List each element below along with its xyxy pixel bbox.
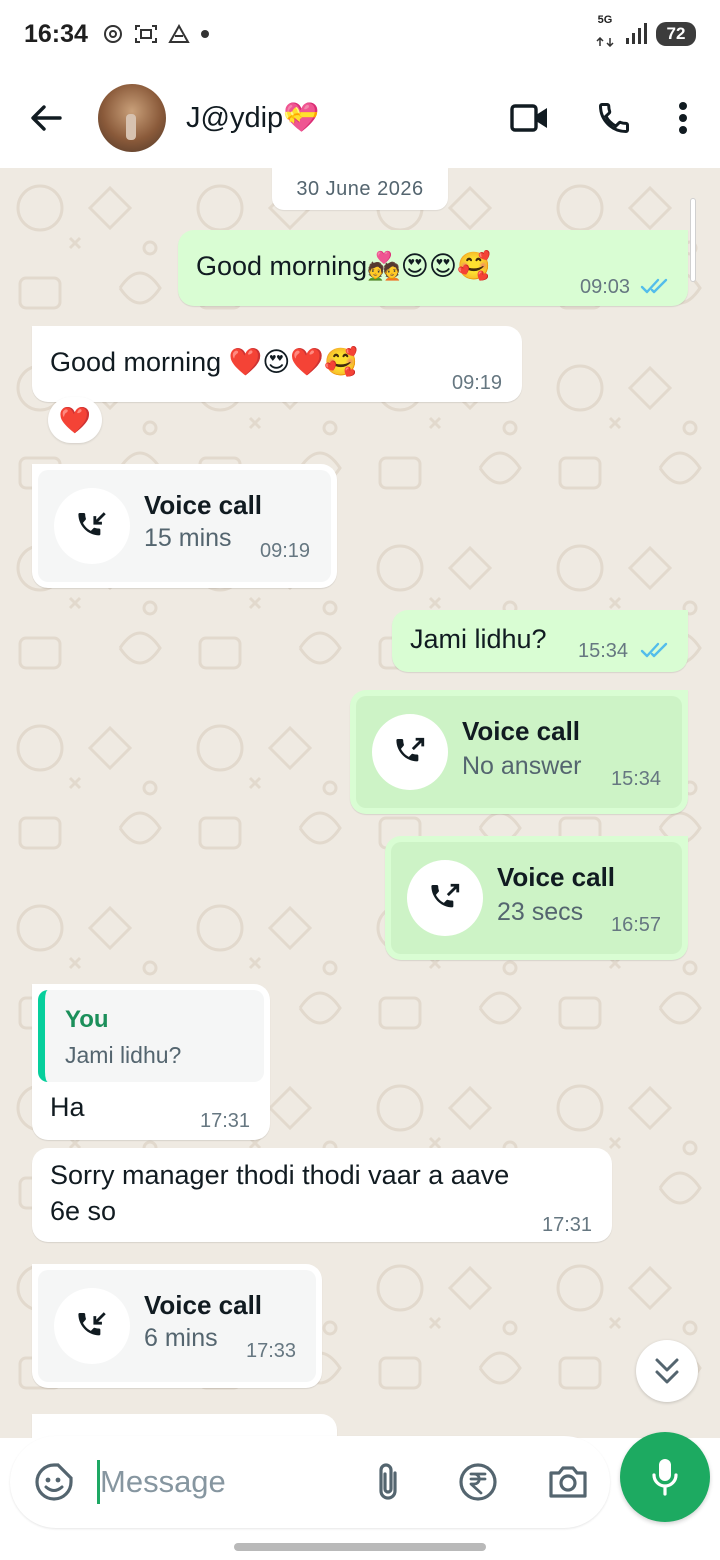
call-icon-circle [407,860,483,936]
message-text: Ha [50,1092,85,1122]
sticker-button[interactable] [32,1460,76,1504]
video-call-button[interactable] [510,102,550,134]
chat-area[interactable]: 30 June 2026 Good morning💑😍😍🥰 09:03 Good… [0,168,720,1438]
incoming-call-icon [78,1312,106,1336]
call-icon-circle [54,1288,130,1364]
battery-indicator: 72 [656,22,696,46]
notification-app-icon [103,25,122,43]
more-notifications-dot-icon [200,30,209,38]
message-text: Good morning💑😍😍🥰 [196,251,491,281]
call-icon-circle [372,714,448,790]
signal-icon [626,23,647,44]
status-time: 16:34 [24,19,88,48]
payment-button[interactable] [454,1458,502,1506]
call-bubble-incoming[interactable]: Voice call 6 mins 17:33 [32,1264,322,1388]
message-input[interactable] [100,1456,350,1508]
call-bubble-outgoing[interactable]: Voice call 23 secs 16:57 [385,836,688,960]
message-time: 15:34 [578,640,629,662]
voice-call-button[interactable] [596,100,632,136]
message-composer [0,1420,720,1560]
data-arrows-icon [596,36,614,47]
call-title: Voice call [497,862,616,892]
attach-icon [379,1463,397,1500]
network-label: 5G [597,13,613,26]
status-right: 5G 72 [594,13,696,54]
back-button[interactable] [20,92,72,144]
video-call-icon [510,104,547,132]
attach-button[interactable] [366,1458,410,1506]
call-bubble-incoming[interactable]: Voice call 15 mins 09:19 [32,464,337,588]
status-notification-icons [102,23,210,45]
message-text: Good morning ❤️😍❤️🥰 [50,347,358,377]
quote-author: You [65,1006,109,1033]
message-time: 09:03 [580,276,631,298]
screenshot-icon [134,25,157,43]
message-bubble-outgoing[interactable]: Good morning💑😍😍🥰 09:03 [178,230,688,306]
call-duration: 15 mins [144,524,232,552]
message-time: 17:31 [200,1110,251,1132]
phone-icon [598,103,629,134]
contact-avatar[interactable] [98,84,166,152]
message-time: 09:19 [260,540,311,562]
chat-header: J@ydip💝 [0,68,720,168]
outgoing-call-icon [431,883,460,908]
message-time: 15:34 [611,768,662,790]
status-bar: 16:34 5G 72 [0,0,720,68]
double-chevron-down-icon [655,1358,679,1384]
reply-bubble-incoming[interactable]: You Jami lidhu? Ha 17:31 [32,984,270,1140]
network-type-indicator: 5G [594,13,616,54]
call-title: Voice call [144,1290,263,1320]
message-text: Jami lidhu? [410,624,547,654]
message-text-line2: 6e so [50,1196,117,1226]
scroll-to-bottom-button[interactable] [636,1340,698,1402]
message-time: 17:33 [246,1340,297,1362]
call-icon-circle [54,488,130,564]
read-ticks-icon [640,278,668,294]
back-arrow-icon [31,105,62,131]
call-duration: 23 secs [497,898,584,926]
call-title: Voice call [462,716,581,746]
rupee-icon [459,1463,497,1501]
message-time: 16:57 [611,914,662,936]
quote-text: Jami lidhu? [65,1042,182,1068]
call-status: No answer [462,752,582,780]
more-options-icon [679,102,687,134]
call-title: Voice call [144,490,263,520]
contact-name[interactable]: J@ydip💝 [186,101,319,135]
more-options-button[interactable] [678,101,688,135]
message-text-line1: Sorry manager thodi thodi vaar a aave [50,1160,510,1190]
scrollbar-thumb[interactable] [690,198,696,282]
header-actions [510,100,688,136]
mic-icon [652,1459,678,1496]
call-bubble-outgoing[interactable]: Voice call No answer 15:34 [350,690,688,814]
status-left: 16:34 [24,20,210,49]
home-indicator[interactable] [234,1543,486,1551]
message-time: 09:19 [452,372,503,394]
message-bubble-incoming[interactable]: Good morning ❤️😍❤️🥰 09:19 [32,326,522,402]
incoming-call-icon [78,512,106,536]
read-ticks-icon [640,642,668,658]
date-chip: 30 June 2026 [272,168,448,210]
message-reaction[interactable]: ❤️ [48,397,102,443]
call-duration: 6 mins [144,1324,218,1352]
camera-button[interactable] [544,1460,592,1504]
voice-message-button[interactable] [620,1432,710,1522]
quoted-message[interactable]: You Jami lidhu? [38,990,264,1082]
message-bubble-outgoing[interactable]: Jami lidhu? 15:34 [392,610,688,672]
message-bubble-incoming[interactable]: Sorry manager thodi thodi vaar a aave 6e… [32,1148,612,1242]
message-input-container[interactable] [10,1436,610,1528]
camera-icon [549,1466,587,1498]
outgoing-call-icon [396,737,425,762]
sticker-icon [35,1463,73,1501]
message-time: 17:31 [542,1214,593,1236]
drive-icon [168,24,190,43]
